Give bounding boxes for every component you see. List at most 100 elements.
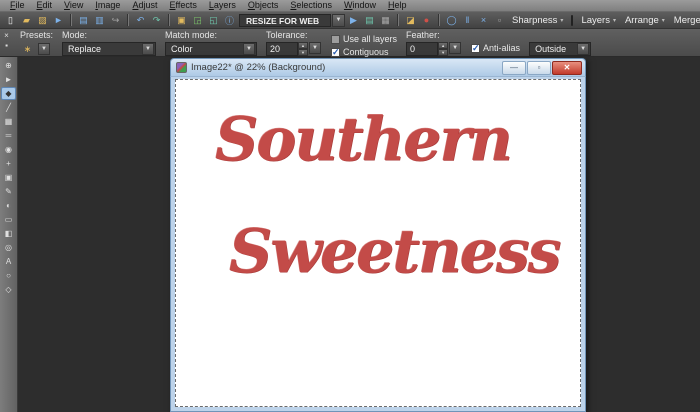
dropper-tool[interactable]: ╱: [1, 101, 16, 114]
menu-objects[interactable]: Objects: [242, 0, 285, 11]
paint-brush-tool[interactable]: ✎: [1, 185, 16, 198]
anti-alias-row[interactable]: Anti-alias: [471, 31, 521, 54]
use-all-layers-checkbox[interactable]: [331, 34, 341, 44]
menu-selections[interactable]: Selections: [284, 0, 338, 11]
stop-script-icon[interactable]: ●: [419, 13, 434, 27]
text-tool[interactable]: A: [1, 255, 16, 268]
flood-fill-tool[interactable]: ◧: [1, 227, 16, 240]
new-file-icon[interactable]: ▯: [3, 13, 18, 27]
feather-stepper[interactable]: ▲ ▼ ▼: [406, 42, 462, 56]
preset-shape-tool[interactable]: ○: [1, 269, 16, 282]
document-icon: [176, 62, 187, 73]
chevron-down-icon[interactable]: ▼: [332, 13, 345, 27]
anti-alias-checkbox[interactable]: [471, 43, 481, 54]
spin-up-icon[interactable]: ▲: [438, 42, 449, 49]
magic-wand-icon[interactable]: ∗: [20, 42, 35, 56]
script-selector-combo[interactable]: RESIZE FOR WEB ▼: [239, 13, 345, 27]
edit-script-icon[interactable]: ▤: [362, 13, 377, 27]
script-selector-value[interactable]: RESIZE FOR WEB: [239, 13, 331, 27]
pick-tool[interactable]: ►: [1, 73, 16, 86]
restore-button[interactable]: ▫: [527, 60, 551, 75]
menu-adjust[interactable]: Adjust: [126, 0, 163, 11]
menu-file[interactable]: File: [4, 0, 31, 11]
menu-edit[interactable]: Edit: [31, 0, 59, 11]
chevron-down-icon[interactable]: ▼: [142, 43, 155, 55]
slider-chevron-icon[interactable]: ▼: [309, 42, 322, 54]
undo-icon[interactable]: ↶: [133, 13, 148, 27]
lighten-darken-tool[interactable]: ◐: [1, 199, 16, 212]
magic-wand-selection-tool[interactable]: ◆: [1, 87, 16, 100]
share-icon[interactable]: ↪: [108, 13, 123, 27]
record-script-icon[interactable]: ◯: [444, 13, 459, 27]
tolerance-input[interactable]: [266, 42, 299, 56]
paste-icon[interactable]: ▣: [174, 13, 189, 27]
menu-layers[interactable]: Layers: [203, 0, 242, 11]
image-canvas[interactable]: Southern Sweetness: [175, 79, 581, 407]
merge-dropdown[interactable]: Merge: [670, 15, 700, 26]
save-script-icon[interactable]: ▫: [492, 13, 507, 27]
canvas-text-line2: Sweetness: [229, 217, 561, 287]
anti-alias-label: Anti-alias: [483, 43, 521, 53]
minimize-button[interactable]: —: [502, 60, 526, 75]
layers-dropdown[interactable]: Layers: [577, 15, 620, 26]
close-button[interactable]: ✕: [552, 60, 582, 75]
mode-dropdown[interactable]: Replace ▼: [62, 42, 157, 56]
feather-input[interactable]: [406, 42, 439, 56]
match-mode-dropdown[interactable]: Color ▼: [165, 42, 258, 56]
document-window: Image22* @ 22% (Background) — ▫ ✕ Southe…: [170, 58, 586, 412]
match-mode-value: Color: [171, 44, 193, 54]
print-icon[interactable]: ◱: [206, 13, 221, 27]
save-icon[interactable]: ▤: [76, 13, 91, 27]
open-script-icon[interactable]: ◪: [403, 13, 418, 27]
cancel-script-icon[interactable]: ×: [476, 13, 491, 27]
feather-group: Feather: ▲ ▼ ▼: [406, 31, 462, 56]
save-as-icon[interactable]: ▥: [92, 13, 107, 27]
slider-chevron-icon[interactable]: ▼: [449, 42, 462, 54]
arrange-dropdown[interactable]: Arrange: [621, 15, 669, 26]
presets-chevron-down-icon[interactable]: ▼: [38, 43, 50, 55]
menu-help[interactable]: Help: [382, 0, 413, 11]
toolbar-separator: [70, 14, 72, 26]
browse-icon[interactable]: ▨: [35, 13, 50, 27]
import-icon[interactable]: ►: [51, 13, 66, 27]
straighten-tool[interactable]: ═: [1, 129, 16, 142]
makeover-tool[interactable]: +: [1, 157, 16, 170]
spin-up-icon[interactable]: ▲: [298, 42, 309, 49]
edge-mode-dropdown[interactable]: Outside ▼: [529, 42, 592, 56]
picture-tube-tool[interactable]: ◎: [1, 241, 16, 254]
menu-view[interactable]: View: [58, 0, 89, 11]
contiguous-row[interactable]: Contiguous: [331, 47, 397, 58]
redo-icon[interactable]: ↷: [149, 13, 164, 27]
open-icon[interactable]: ▰: [19, 13, 34, 27]
document-frame: Southern Sweetness: [170, 77, 586, 412]
pen-tool[interactable]: ◇: [1, 283, 16, 296]
eraser-tool[interactable]: ▭: [1, 213, 16, 226]
tolerance-stepper[interactable]: ▲ ▼ ▼: [266, 42, 322, 56]
sharpness-dropdown[interactable]: Sharpness: [508, 15, 567, 26]
chevron-down-icon[interactable]: ▼: [577, 43, 590, 55]
toolbar-separator: [168, 14, 170, 26]
close-palette-icon[interactable]: ×: [2, 32, 11, 40]
script-output-icon[interactable]: ▦: [378, 13, 393, 27]
menu-effects[interactable]: Effects: [163, 0, 202, 11]
dock-palette-icon[interactable]: ▪: [2, 42, 11, 50]
capture-icon[interactable]: ◲: [190, 13, 205, 27]
contiguous-checkbox[interactable]: [331, 47, 341, 58]
document-title-bar[interactable]: Image22* @ 22% (Background) — ▫ ✕: [170, 58, 586, 77]
pan-tool[interactable]: ⊕: [1, 59, 16, 72]
run-script-icon[interactable]: ▶: [346, 13, 361, 27]
tolerance-group: Tolerance: ▲ ▼ ▼: [266, 31, 322, 56]
spin-down-icon[interactable]: ▼: [298, 49, 309, 56]
tools-palette: ⊕ ► ◆ ╱ ▦ ═ ◉ + ▣ ✎ ◐ ▭ ◧ ◎ A ○ ◇: [0, 57, 18, 412]
chevron-down-icon[interactable]: ▼: [243, 43, 256, 55]
pause-script-icon[interactable]: ‖: [460, 13, 475, 27]
use-all-layers-row[interactable]: Use all layers: [331, 34, 397, 44]
menu-image[interactable]: Image: [89, 0, 126, 11]
spin-down-icon[interactable]: ▼: [438, 49, 449, 56]
menu-window[interactable]: Window: [338, 0, 382, 11]
clone-brush-tool[interactable]: ▣: [1, 171, 16, 184]
palette-controls: × ▪: [2, 31, 11, 50]
red-eye-tool[interactable]: ◉: [1, 143, 16, 156]
crop-tool[interactable]: ▦: [1, 115, 16, 128]
info-icon[interactable]: ⓘ: [222, 13, 237, 27]
